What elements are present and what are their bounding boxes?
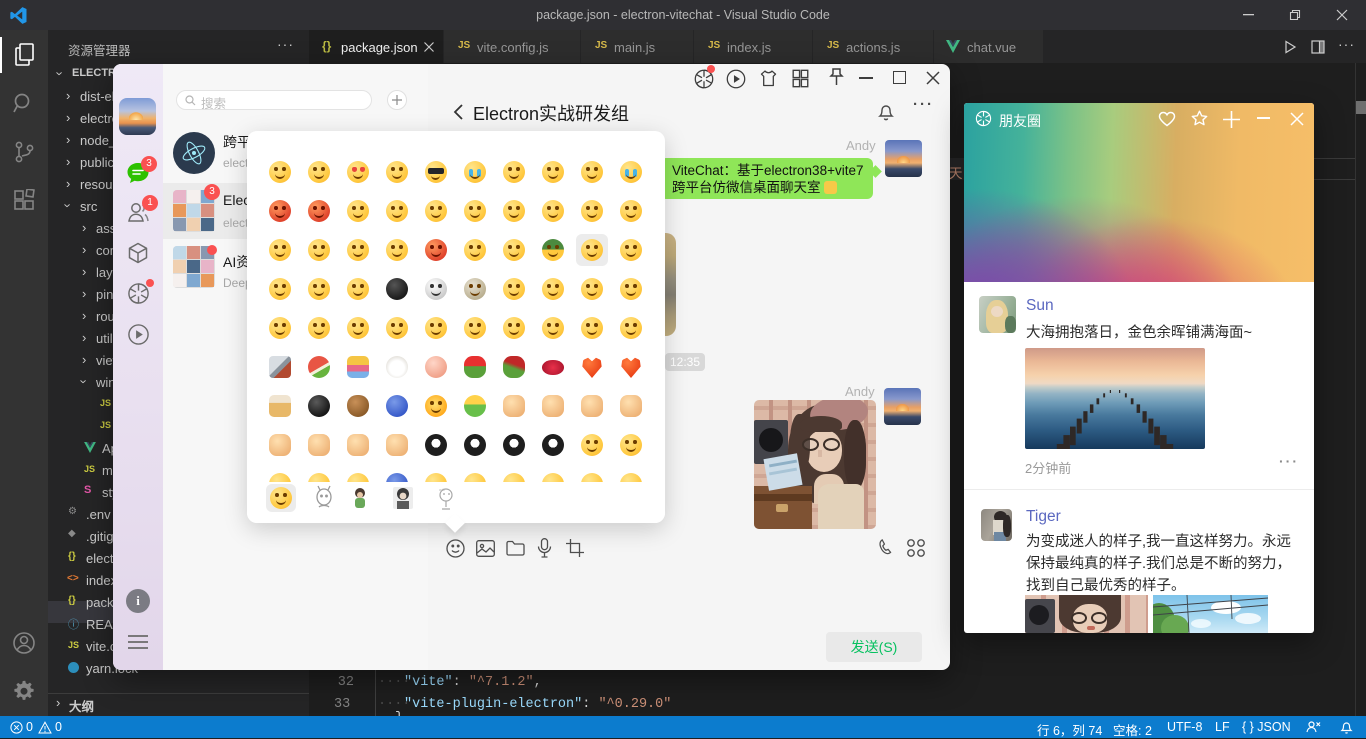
svg-text:odt: odt bbox=[439, 487, 445, 492]
